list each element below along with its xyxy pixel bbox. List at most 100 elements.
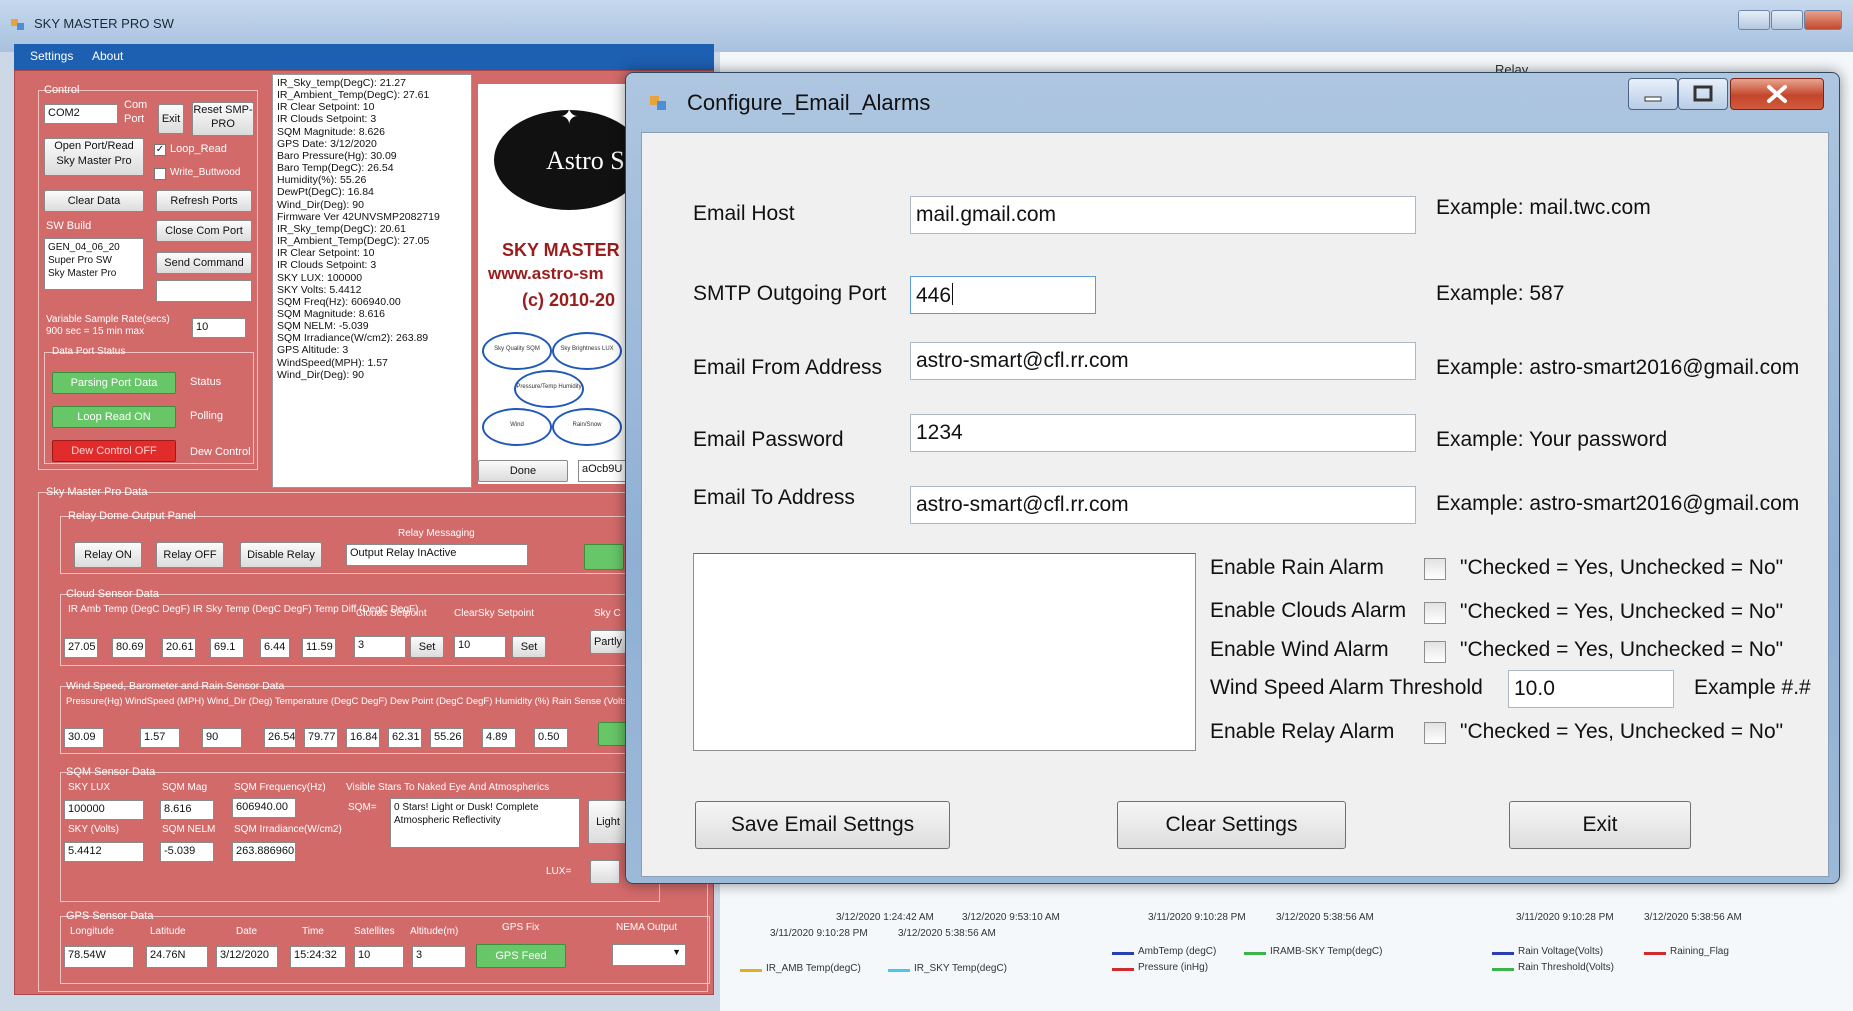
clouds-alarm-checkbox[interactable] (1424, 602, 1446, 624)
readout-line: WindSpeed(MPH): 1.57 (277, 356, 388, 369)
refresh-ports-button[interactable]: Refresh Ports (156, 190, 252, 212)
menu-settings[interactable]: Settings (30, 49, 73, 63)
relay-on-button[interactable]: Relay ON (74, 542, 142, 568)
sensor-sqm-oval[interactable]: Sky Quality SQM (482, 332, 552, 370)
readout-line: Baro Pressure(Hg): 30.09 (277, 149, 397, 162)
email-host-input[interactable]: mail.gmail.com (910, 196, 1416, 234)
dew-control-label: Dew Control (190, 446, 251, 458)
com-port-select[interactable]: COM2 (44, 104, 118, 124)
exit-button[interactable]: Exit (1509, 801, 1691, 849)
gps-header-satellites: Satellites (354, 926, 395, 937)
ir-amb-degc: 27.05 (64, 638, 98, 658)
readout-line: Humidity(%): 55.26 (277, 174, 367, 187)
legend-pressure: Pressure (inHg) (1138, 962, 1209, 973)
status-label: Status (190, 376, 222, 388)
parsing-status-button[interactable]: Parsing Port Data (52, 372, 176, 394)
chart3-date-a: 3/11/2020 9:10:28 PM (1516, 912, 1614, 923)
menu-about[interactable]: About (92, 49, 123, 63)
email-from-label: Email From Address (693, 356, 883, 379)
wind-threshold-input[interactable]: 10.0 (1508, 670, 1674, 708)
legend-swatch (888, 969, 910, 972)
dialog-app-icon (648, 92, 668, 112)
close-icon (1767, 85, 1787, 103)
relay-off-button[interactable]: Relay OFF (156, 542, 224, 568)
sqm-irradiance-value: 263.886960 (232, 842, 296, 862)
dewpoint-degf-value: 62.31 (388, 728, 422, 748)
sky-condition-label: Sky C (594, 608, 621, 619)
sqm-nelm-label: SQM NELM (162, 824, 216, 835)
gps-latitude-value: 24.76N (146, 946, 208, 968)
command-input[interactable] (156, 280, 252, 302)
rain-alarm-label: Enable Rain Alarm (1210, 556, 1384, 579)
write-buttwood-checkbox[interactable] (154, 168, 166, 180)
clearsky-setpoint-input[interactable]: 10 (454, 636, 506, 658)
serial-readout-box: IR_Sky_temp(DegC): 21.27 IR_Ambient_Temp(… (272, 74, 472, 488)
send-command-button[interactable]: Send Command (156, 252, 252, 274)
loop-read-checkbox[interactable]: ✓ (154, 144, 166, 156)
rain-sense-value: 4.89 (482, 728, 516, 748)
readout-line: IR_Sky_temp(DegC): 21.27 (277, 77, 406, 89)
loop-read-on-button[interactable]: Loop Read ON (52, 406, 176, 428)
sensor-lux-oval[interactable]: Sky Brightness LUX (552, 332, 622, 370)
readout-line: IR_Sky_temp(DegC): 20.61 (277, 222, 406, 235)
main-maximize-button[interactable] (1771, 10, 1803, 30)
readout-line: SQM Irradiance(W/cm2): 263.89 (277, 332, 429, 345)
maximize-icon (1693, 85, 1713, 102)
reset-smp-button[interactable]: Reset SMP-PRO (192, 102, 254, 136)
readout-line: Wind_Dir(Deg): 90 (277, 368, 364, 381)
email-to-example: Example: astro-smart2016@gmail.com (1436, 492, 1800, 515)
smtp-port-input[interactable]: 446 (910, 276, 1096, 314)
windspeed-value: 1.57 (140, 728, 180, 748)
disable-relay-button[interactable]: Disable Relay (240, 542, 322, 568)
clearsky-set-button[interactable]: Set (512, 636, 546, 658)
gps-header-fix: GPS Fix (502, 922, 540, 933)
wind-alarm-checkbox[interactable] (1424, 641, 1446, 663)
clear-data-button[interactable]: Clear Data (44, 190, 144, 212)
email-password-label: Email Password (693, 428, 844, 451)
sample-rate-input[interactable]: 10 (192, 318, 246, 338)
gps-header-longitude: Longitude (70, 926, 114, 937)
gps-feed-button[interactable]: GPS Feed (476, 944, 566, 968)
legend-swatch (1644, 952, 1666, 955)
open-port-button[interactable]: Open Port/Read Sky Master Pro (44, 138, 144, 176)
clear-settings-button[interactable]: Clear Settings (1117, 801, 1346, 849)
sensor-wind-oval[interactable]: Wind (482, 408, 552, 446)
dialog-minimize-button[interactable] (1628, 78, 1678, 110)
lux-indicator (590, 860, 620, 884)
dew-control-button[interactable]: Dew Control OFF (52, 440, 176, 462)
clouds-alarm-label: Enable Clouds Alarm (1210, 599, 1407, 622)
logo-caption-copyright: (c) 2010-20 (522, 290, 616, 310)
readout-line: Baro Temp(DegC): 26.54 (277, 162, 394, 175)
done-button[interactable]: Done (478, 460, 568, 482)
relay-messaging-label: Relay Messaging (398, 528, 475, 539)
clouds-set-button[interactable]: Set (410, 636, 444, 658)
ir-amb-degf: 80.69 (112, 638, 146, 658)
smtp-port-value: 446 (916, 284, 952, 307)
clouds-alarm-hint: "Checked = Yes, Unchecked = No" (1460, 600, 1784, 623)
sky-master-data-label: Sky Master Pro Data (46, 486, 148, 498)
dialog-maximize-button[interactable] (1678, 78, 1728, 110)
legend-swatch (1112, 968, 1134, 971)
clouds-setpoint-input[interactable]: 3 (354, 636, 406, 658)
rain-alarm-checkbox[interactable] (1424, 558, 1446, 580)
relay-alarm-checkbox[interactable] (1424, 722, 1446, 744)
sensor-rain-oval[interactable]: Rain/Snow (552, 408, 622, 446)
main-minimize-button[interactable] (1738, 10, 1770, 30)
email-to-input[interactable]: astro-smart@cfl.rr.com (910, 486, 1416, 524)
main-close-button[interactable] (1804, 10, 1842, 30)
save-email-settings-button[interactable]: Save Email Settngs (695, 801, 950, 849)
sw-build-line: Super Pro SW (48, 255, 112, 266)
dialog-close-button[interactable] (1730, 78, 1824, 110)
status-message-box[interactable] (693, 553, 1196, 751)
nema-output-select[interactable]: ▼ (612, 944, 686, 966)
write-buttwood-label: Write_Buttwood (170, 167, 241, 178)
readout-line: SQM Magnitude: 8.616 (277, 307, 385, 320)
email-password-input[interactable]: 1234 (910, 414, 1416, 452)
email-from-input[interactable]: astro-smart@cfl.rr.com (910, 342, 1416, 380)
exit-port-button[interactable]: Exit (158, 104, 184, 134)
close-com-button[interactable]: Close Com Port (156, 220, 252, 242)
legend-rain-threshold: Rain Threshold(Volts) (1518, 962, 1614, 973)
relay-alarm-hint: "Checked = Yes, Unchecked = No" (1460, 720, 1784, 743)
sensor-pressure-oval[interactable]: Pressure/Temp Humidity (514, 370, 584, 408)
sw-build-line: Sky Master Pro (48, 268, 117, 279)
